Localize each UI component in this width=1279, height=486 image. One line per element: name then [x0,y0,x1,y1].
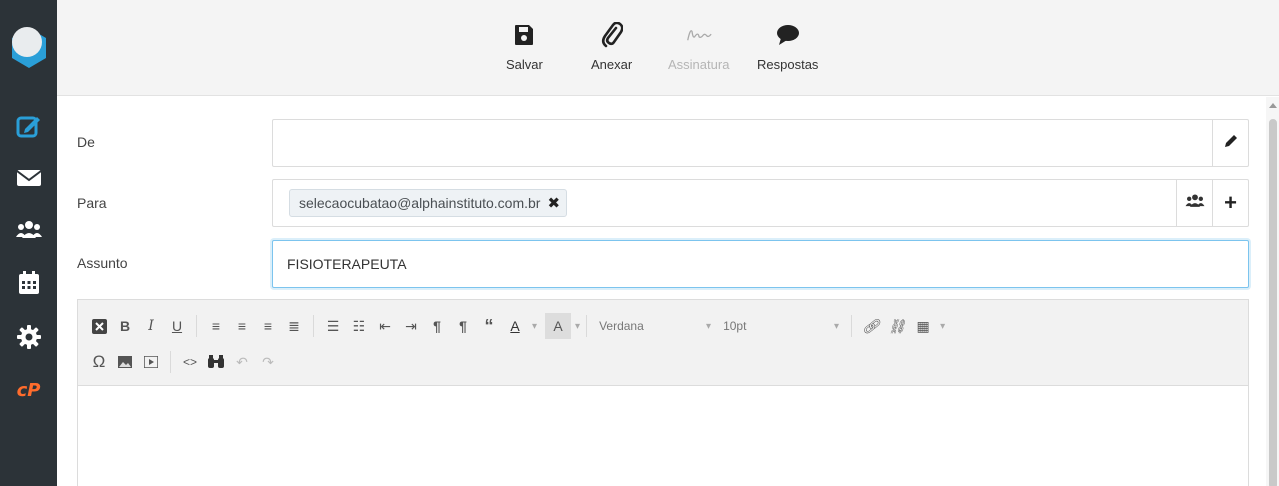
message-editor: B I U ≡ ≡ ≡ ≣ ☰ ☷ ⇤ ⇥ ¶ ¶ “ A ▾ A ▾ Verd… [77,299,1249,486]
save-button[interactable]: Salvar [506,22,543,72]
responses-label: Respostas [757,57,819,72]
scrollbar[interactable] [1266,97,1279,486]
chevron-down-icon: ▾ [834,320,840,332]
table-icon[interactable]: ▦ [910,313,936,339]
blockquote-icon[interactable]: “ [476,313,502,339]
remove-recipient-icon[interactable]: ✖ [547,194,560,212]
sidebar-item-settings[interactable] [0,319,57,359]
calendar-icon [18,270,40,300]
subject-label: Assunto [77,255,128,271]
compose-toolbar: Salvar Anexar Assinatura Respostas [57,0,1279,96]
message-body[interactable] [78,387,1248,486]
pencil-icon [1223,133,1239,154]
add-recipient-button[interactable]: + [1212,180,1248,226]
unlink-icon[interactable]: ⛓︎ [884,313,910,339]
attach-label: Anexar [591,57,633,72]
outdent-icon[interactable]: ⇤ [372,313,398,339]
table-dropdown-icon[interactable]: ▾ [940,321,945,332]
from-label: De [77,134,95,150]
rtl-icon[interactable]: ¶ [450,313,476,339]
redo-icon[interactable]: ↷ [255,349,281,375]
font-size-value: 10pt [723,319,747,333]
signature-label: Assinatura [668,57,730,72]
text-color-icon[interactable]: A [502,313,528,339]
add-contact-group-button[interactable] [1176,180,1212,226]
contacts-icon [1185,193,1205,214]
toggle-html-icon[interactable] [86,313,112,339]
plus-icon: + [1224,190,1237,215]
to-field[interactable]: selecaocubatao@alphainstituto.com.br ✖ + [272,179,1249,227]
compose-form: De Para selecaocubatao@alphainstituto.co… [57,97,1266,486]
search-replace-icon[interactable] [203,349,229,375]
mail-icon [15,168,42,193]
sidebar-item-cpanel[interactable]: cP [0,370,57,410]
image-icon[interactable] [112,349,138,375]
paperclip-icon [599,22,625,48]
compose-icon [16,113,42,144]
sidebar-item-calendar[interactable] [0,265,57,305]
from-value[interactable] [287,120,1187,166]
subject-field[interactable]: FISIOTERAPEUTA [272,240,1249,288]
scrollbar-thumb[interactable] [1269,119,1277,486]
align-left-icon[interactable]: ≡ [203,313,229,339]
font-family-value: Verdana [599,319,644,333]
sidebar-item-mail[interactable] [0,160,57,200]
ltr-icon[interactable]: ¶ [424,313,450,339]
from-field[interactable] [272,119,1249,167]
underline-icon[interactable]: U [164,313,190,339]
text-color-dropdown-icon[interactable]: ▾ [532,321,537,332]
source-code-icon[interactable]: <> [177,349,203,375]
app-logo-icon[interactable] [10,22,48,68]
sidebar-item-compose[interactable] [0,108,57,148]
contacts-icon [15,219,42,246]
responses-button[interactable]: Respostas [757,22,818,72]
signature-icon [686,22,712,48]
to-label: Para [77,195,107,211]
bold-icon[interactable]: B [112,313,138,339]
bullet-list-icon[interactable]: ☰ [320,313,346,339]
recipient-chip: selecaocubatao@alphainstituto.com.br ✖ [289,189,568,217]
media-icon[interactable] [138,349,164,375]
editor-toolbar-row-2: Ω <> ↶ ↷ [86,345,281,379]
align-justify-icon[interactable]: ≣ [281,313,307,339]
background-color-icon[interactable]: A [545,313,572,339]
subject-input[interactable]: FISIOTERAPEUTA [287,241,1227,287]
chevron-down-icon: ▾ [706,320,712,332]
italic-icon[interactable]: I [138,313,164,339]
signature-button[interactable]: Assinatura [668,22,729,72]
attach-button[interactable]: Anexar [591,22,632,72]
editor-toolbar: B I U ≡ ≡ ≡ ≣ ☰ ☷ ⇤ ⇥ ¶ ¶ “ A ▾ A ▾ Verd… [78,300,1248,386]
sidebar-item-contacts[interactable] [0,212,57,252]
scroll-up-icon[interactable] [1269,103,1277,108]
settings-icon [16,324,41,354]
recipient-address: selecaocubatao@alphainstituto.com.br [299,195,541,211]
special-char-icon[interactable]: Ω [86,349,112,375]
undo-icon[interactable]: ↶ [229,349,255,375]
speech-bubble-icon [775,22,801,48]
save-icon [511,22,537,48]
font-size-select[interactable]: 10pt ▾ [717,313,845,339]
save-label: Salvar [506,57,543,72]
editor-toolbar-row-1: B I U ≡ ≡ ≡ ≣ ☰ ☷ ⇤ ⇥ ¶ ¶ “ A ▾ A ▾ Verd… [86,309,945,343]
link-icon[interactable]: 🔗︎ [858,313,884,339]
background-color-dropdown-icon[interactable]: ▾ [575,321,580,332]
indent-icon[interactable]: ⇥ [398,313,424,339]
edit-identity-button[interactable] [1212,120,1248,166]
numbered-list-icon[interactable]: ☷ [346,313,372,339]
font-family-select[interactable]: Verdana ▾ [593,313,717,339]
align-center-icon[interactable]: ≡ [229,313,255,339]
sidebar: cP [0,0,57,486]
align-right-icon[interactable]: ≡ [255,313,281,339]
cpanel-icon: cP [16,379,41,401]
